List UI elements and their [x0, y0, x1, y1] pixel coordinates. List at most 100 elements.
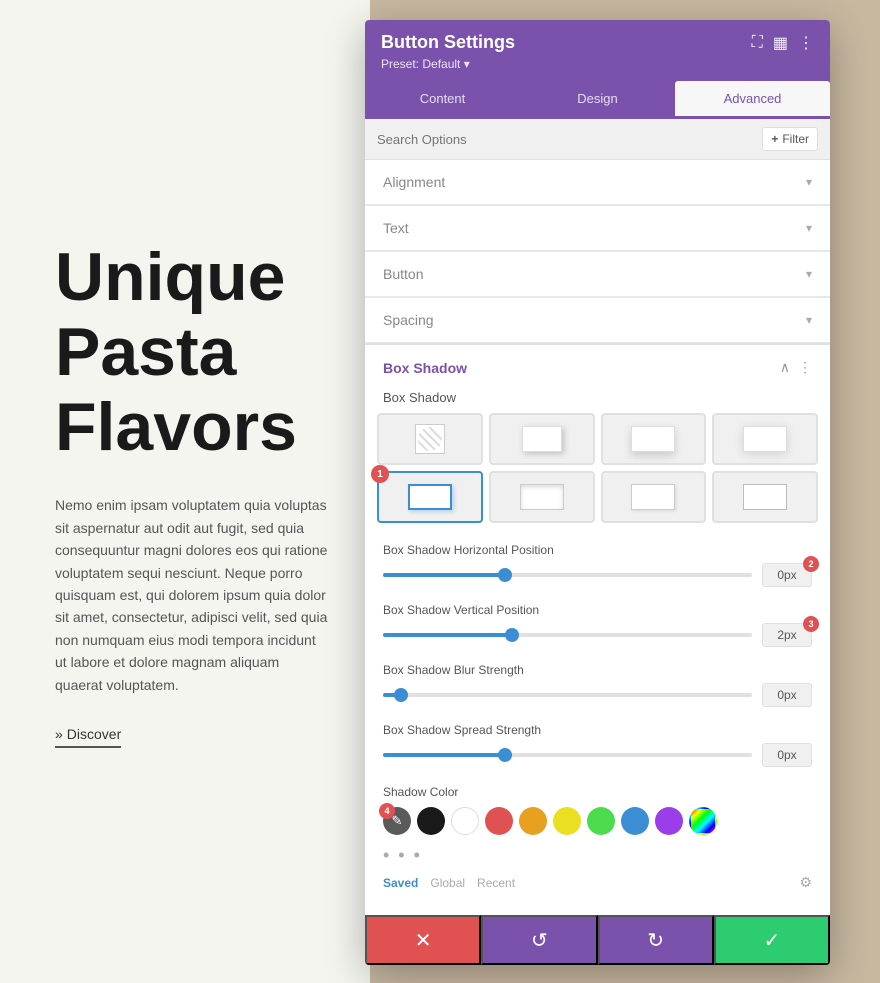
layout-icon[interactable]: ▦: [773, 33, 788, 53]
preset-label[interactable]: Preset: Default: [381, 57, 470, 71]
undo-button[interactable]: ↺: [481, 915, 597, 965]
section-alignment[interactable]: Alignment ▾: [365, 160, 830, 205]
box-shadow-icons: ∧ ⋮: [780, 359, 812, 376]
confirm-button[interactable]: ✓: [714, 915, 830, 965]
shadow-option-4-badge: 1: [371, 465, 389, 483]
slider-spread-strength: Box Shadow Spread Strength 0px: [365, 715, 830, 775]
section-button[interactable]: Button ▾: [365, 251, 830, 297]
panel-header-icons: ⛶ ▦ ⋮: [752, 33, 814, 53]
slider-horizontal-control: 0px 2: [383, 563, 812, 587]
settings-panel: Button Settings ⛶ ▦ ⋮ Preset: Default Co…: [365, 20, 830, 965]
swatch-blue[interactable]: [621, 807, 649, 835]
slider-spread-track[interactable]: [383, 753, 752, 757]
swatch-purple[interactable]: [655, 807, 683, 835]
preset-tab-recent[interactable]: Recent: [477, 876, 515, 890]
shadow-option-1[interactable]: [489, 413, 595, 465]
page-content: Unique Pasta Flavors Nemo enim ipsam vol…: [0, 0, 370, 983]
box-shadow-more-icon[interactable]: ⋮: [798, 359, 812, 376]
chevron-down-icon: ▾: [806, 267, 812, 281]
section-button-label: Button: [383, 266, 423, 282]
shadow-none-preview: [415, 424, 445, 454]
slider-horizontal-badge: 2: [803, 556, 819, 572]
section-spacing[interactable]: Spacing ▾: [365, 297, 830, 343]
panel-preset: Preset: Default: [381, 57, 814, 71]
color-swatches: 4 ✎: [383, 807, 812, 835]
tab-content[interactable]: Content: [365, 81, 520, 119]
slider-blur-strength: Box Shadow Blur Strength 0px: [365, 655, 830, 715]
section-spacing-label: Spacing: [383, 312, 434, 328]
fullscreen-icon[interactable]: ⛶: [752, 34, 763, 52]
slider-blur-value: 0px: [762, 683, 812, 707]
panel-header: Button Settings ⛶ ▦ ⋮ Preset: Default: [365, 20, 830, 81]
tab-design[interactable]: Design: [520, 81, 675, 119]
slider-vertical-badge: 3: [803, 616, 819, 632]
more-swatches-button[interactable]: • • •: [365, 841, 830, 870]
shadow-option-4[interactable]: 1: [377, 471, 483, 523]
shadow-box-1-preview: [522, 426, 562, 452]
slider-horizontal-track[interactable]: [383, 573, 752, 577]
shadow-box-2-preview: [631, 426, 675, 452]
filter-button[interactable]: Filter: [762, 127, 818, 151]
slider-vertical-control: 2px 3: [383, 623, 812, 647]
shadow-box-5-preview: [520, 484, 564, 510]
box-shadow-title: Box Shadow: [383, 360, 467, 376]
shadow-option-6[interactable]: [601, 471, 707, 523]
preset-tabs: Saved Global Recent: [383, 876, 515, 890]
panel-body: Alignment ▾ Text ▾ Button ▾ Spacing ▾ Bo…: [365, 160, 830, 915]
shadow-option-3[interactable]: [712, 413, 818, 465]
swatch-white[interactable]: [451, 807, 479, 835]
shadow-box-6-preview: [631, 484, 675, 510]
shadow-box-7-preview: [743, 484, 787, 510]
box-shadow-section: Box Shadow ∧ ⋮ Box Shadow: [365, 343, 830, 915]
cancel-button[interactable]: ✕: [365, 915, 481, 965]
slider-vertical-label: Box Shadow Vertical Position: [383, 603, 812, 617]
color-row: Shadow Color 4 ✎: [365, 775, 830, 841]
slider-blur-label: Box Shadow Blur Strength: [383, 663, 812, 677]
swatch-black[interactable]: [417, 807, 445, 835]
slider-blur-track[interactable]: [383, 693, 752, 697]
swatch-yellow[interactable]: [553, 807, 581, 835]
redo-button[interactable]: ↻: [598, 915, 714, 965]
slider-vertical-position: Box Shadow Vertical Position 2px 3: [365, 595, 830, 655]
swatch-rainbow[interactable]: [689, 807, 717, 835]
page-title: Unique Pasta Flavors: [55, 240, 330, 464]
more-options-icon[interactable]: ⋮: [798, 33, 814, 53]
slider-vertical-value: 2px 3: [762, 623, 812, 647]
chevron-down-icon: ▾: [806, 221, 812, 235]
shadow-option-none[interactable]: [377, 413, 483, 465]
preset-tab-saved[interactable]: Saved: [383, 876, 418, 890]
section-text-label: Text: [383, 220, 409, 236]
discover-link[interactable]: Discover: [55, 726, 121, 748]
swatch-orange[interactable]: [519, 807, 547, 835]
shadow-box-4-preview: [408, 484, 452, 510]
section-alignment-label: Alignment: [383, 174, 445, 190]
shadow-option-7[interactable]: [712, 471, 818, 523]
section-text[interactable]: Text ▾: [365, 205, 830, 251]
swatch-red[interactable]: [485, 807, 513, 835]
panel-tabs: Content Design Advanced: [365, 81, 830, 119]
shadow-option-5[interactable]: [489, 471, 595, 523]
panel-search: Filter: [365, 119, 830, 160]
eyedropper-swatch[interactable]: 4 ✎: [383, 807, 411, 835]
box-shadow-header: Box Shadow ∧ ⋮: [365, 345, 830, 386]
collapse-icon[interactable]: ∧: [780, 359, 790, 376]
slider-spread-value: 0px: [762, 743, 812, 767]
slider-horizontal-value: 0px 2: [762, 563, 812, 587]
chevron-down-icon: ▾: [806, 313, 812, 327]
panel-footer: ✕ ↺ ↻ ✓: [365, 915, 830, 965]
gear-icon[interactable]: ⚙: [799, 874, 812, 891]
tab-advanced[interactable]: Advanced: [675, 81, 830, 119]
chevron-down-icon: ▾: [806, 175, 812, 189]
slider-spread-control: 0px: [383, 743, 812, 767]
color-label: Shadow Color: [383, 785, 812, 799]
search-input[interactable]: [377, 132, 762, 147]
eyedropper-badge: 4: [379, 803, 395, 819]
shadow-box-3-preview: [743, 426, 787, 452]
slider-horizontal-label: Box Shadow Horizontal Position: [383, 543, 812, 557]
slider-vertical-track[interactable]: [383, 633, 752, 637]
panel-title: Button Settings: [381, 32, 515, 53]
preset-tab-global[interactable]: Global: [430, 876, 465, 890]
shadow-option-2[interactable]: [601, 413, 707, 465]
slider-horizontal-position: Box Shadow Horizontal Position 0px 2: [365, 535, 830, 595]
swatch-green[interactable]: [587, 807, 615, 835]
